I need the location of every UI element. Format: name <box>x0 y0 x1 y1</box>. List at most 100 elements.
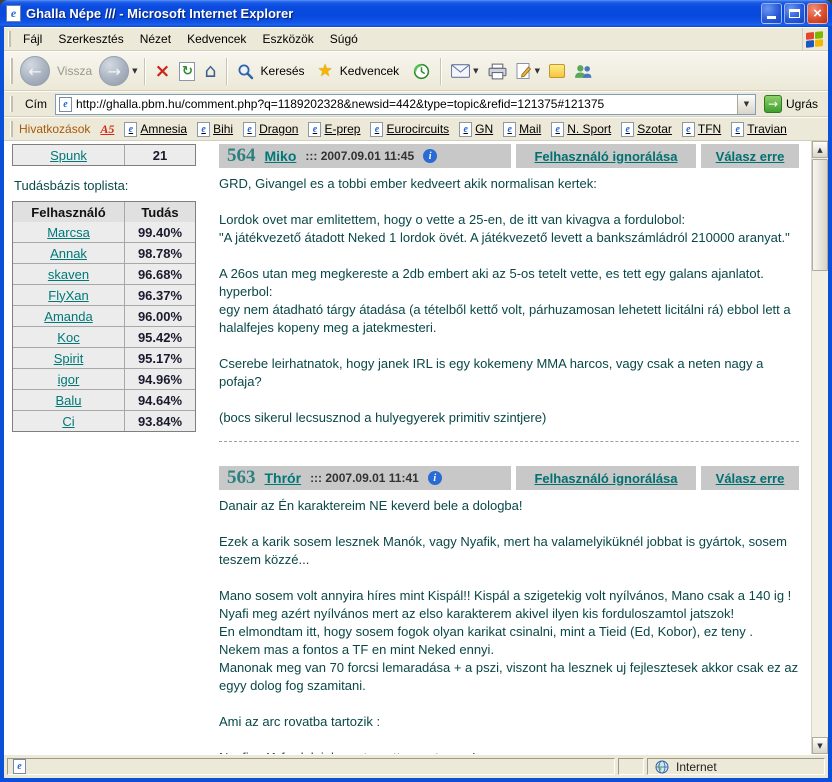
page-icon: e <box>59 97 72 112</box>
links-item[interactable]: e Szotar <box>616 120 677 139</box>
links-item[interactable]: e Dragon <box>238 120 303 139</box>
user-score: 96.37% <box>125 285 195 305</box>
post-number: 563 <box>227 467 256 489</box>
document-status-icon: e <box>13 759 26 774</box>
post-header-main: 563 Thrór ::: 2007.09.01 11:41 i <box>219 466 511 490</box>
forward-dropdown-icon[interactable]: ▼ <box>132 67 137 75</box>
user-link[interactable]: Annak <box>50 246 87 261</box>
print-button[interactable] <box>485 61 510 82</box>
scroll-track[interactable] <box>812 272 828 737</box>
home-button[interactable]: ⌂ <box>201 58 219 84</box>
favorites-label: Kedvencek <box>340 64 399 78</box>
edit-button[interactable]: ▼ <box>513 60 543 83</box>
info-icon[interactable]: i <box>423 149 437 163</box>
user-score: 93.84% <box>125 411 195 431</box>
address-label: Cím <box>21 97 51 111</box>
go-icon: → <box>764 95 782 113</box>
toolbar-separator <box>226 58 228 85</box>
user-link[interactable]: Marcsa <box>47 225 90 240</box>
toolbar-grip[interactable] <box>10 58 13 85</box>
ignore-user-link[interactable]: Felhasználó ignorálása <box>534 471 677 486</box>
reply-link[interactable]: Válasz erre <box>716 471 785 486</box>
edit-dropdown-icon[interactable]: ▼ <box>535 67 540 75</box>
user-link[interactable]: Ci <box>62 414 74 429</box>
stop-button[interactable]: × <box>152 58 174 84</box>
address-input[interactable] <box>76 95 733 114</box>
maximize-button[interactable] <box>784 3 805 24</box>
menu-item[interactable]: Súgó <box>322 28 366 50</box>
toolbar-grip[interactable] <box>10 121 13 136</box>
toolbar-grip[interactable] <box>8 31 11 46</box>
menu-item[interactable]: Kedvencek <box>179 28 254 50</box>
user-link[interactable]: igor <box>58 372 80 387</box>
user-link[interactable]: Balu <box>55 393 81 408</box>
windows-logo-box <box>802 28 826 50</box>
links-item[interactable]: e GN <box>454 120 498 139</box>
back-button[interactable]: ← <box>20 56 50 86</box>
menu-item[interactable]: Nézet <box>132 28 179 50</box>
mail-dropdown-icon[interactable]: ▼ <box>473 67 478 75</box>
home-icon: ⌂ <box>204 60 216 82</box>
user-link[interactable]: skaven <box>48 267 89 282</box>
page-content: Spunk 21 Tudásbázis toplista: Felhasznál… <box>4 141 828 754</box>
address-dropdown-button[interactable]: ▼ <box>737 95 755 114</box>
link-favicon-icon: e <box>551 122 564 137</box>
links-item[interactable]: e Eurocircuits <box>365 120 454 139</box>
status-main-pane: e <box>7 758 615 775</box>
links-item[interactable]: e N. Sport <box>546 120 616 139</box>
toolbar-grip[interactable] <box>10 96 13 113</box>
link-favicon-icon: e <box>503 122 516 137</box>
link-favicon-icon: e <box>308 122 321 137</box>
user-link[interactable]: Koc <box>57 330 79 345</box>
favorites-button[interactable]: ★ Kedvencek <box>315 59 407 83</box>
forward-button[interactable]: → <box>99 56 129 86</box>
close-button[interactable]: × <box>807 3 828 24</box>
forum-post: 564 Miko ::: 2007.09.01 11:45 i Felhaszn… <box>219 144 799 442</box>
user-link[interactable]: Amanda <box>44 309 92 324</box>
ignore-user-link[interactable]: Felhasználó ignorálása <box>534 149 677 164</box>
sidebar: Spunk 21 Tudásbázis toplista: Felhasznál… <box>4 141 209 754</box>
window-title: Ghalla Népe /// - Microsoft Internet Exp… <box>26 6 756 21</box>
post-author-link[interactable]: Thrór <box>265 470 302 486</box>
edit-icon <box>516 62 532 81</box>
minimize-button[interactable] <box>761 3 782 24</box>
links-item[interactable]: e Mail <box>498 120 546 139</box>
links-item[interactable]: e TFN <box>677 120 726 139</box>
reply-link[interactable]: Válasz erre <box>716 149 785 164</box>
forward-icon: → <box>107 62 120 81</box>
user-link[interactable]: FlyXan <box>48 288 88 303</box>
menu-item[interactable]: Szerkesztés <box>50 28 131 50</box>
history-button[interactable] <box>409 60 434 83</box>
toolbar-separator <box>440 58 442 85</box>
mail-button[interactable]: ▼ <box>448 62 481 80</box>
notes-button[interactable] <box>546 62 568 80</box>
menu-item[interactable]: Eszközök <box>254 28 321 50</box>
back-icon: ← <box>28 62 41 81</box>
messenger-button[interactable] <box>571 61 596 82</box>
links-item-a5[interactable]: A5 <box>95 122 119 137</box>
toplist-row: Annak 98.78% <box>13 242 195 263</box>
scroll-down-button[interactable]: ▼ <box>812 737 828 754</box>
post-author-link[interactable]: Miko <box>265 148 297 164</box>
go-label: Ugrás <box>786 97 818 111</box>
printer-icon <box>488 63 507 80</box>
refresh-button[interactable]: ↻ <box>176 60 198 83</box>
go-button[interactable]: → Ugrás <box>760 95 824 113</box>
links-item[interactable]: e E-prep <box>303 120 365 139</box>
menu-item[interactable]: Fájl <box>15 28 50 50</box>
post-header: 564 Miko ::: 2007.09.01 11:45 i Felhaszn… <box>219 144 799 168</box>
links-item[interactable]: e Bihi <box>192 120 238 139</box>
user-link[interactable]: Spirit <box>54 351 84 366</box>
vertical-scrollbar[interactable]: ▲ ▼ <box>811 141 828 754</box>
toplist-row: Balu 94.64% <box>13 389 195 410</box>
search-button[interactable]: Keresés <box>234 61 312 82</box>
scroll-thumb[interactable] <box>812 159 828 271</box>
links-item[interactable]: e Travian <box>726 120 792 139</box>
user-link[interactable]: Spunk <box>50 148 87 163</box>
notes-icon <box>549 64 565 78</box>
scroll-up-button[interactable]: ▲ <box>812 141 828 158</box>
info-icon[interactable]: i <box>428 471 442 485</box>
links-item[interactable]: e Amnesia <box>119 120 192 139</box>
maximize-icon <box>789 9 800 18</box>
links-bar-label: Hivatkozások <box>17 122 95 136</box>
